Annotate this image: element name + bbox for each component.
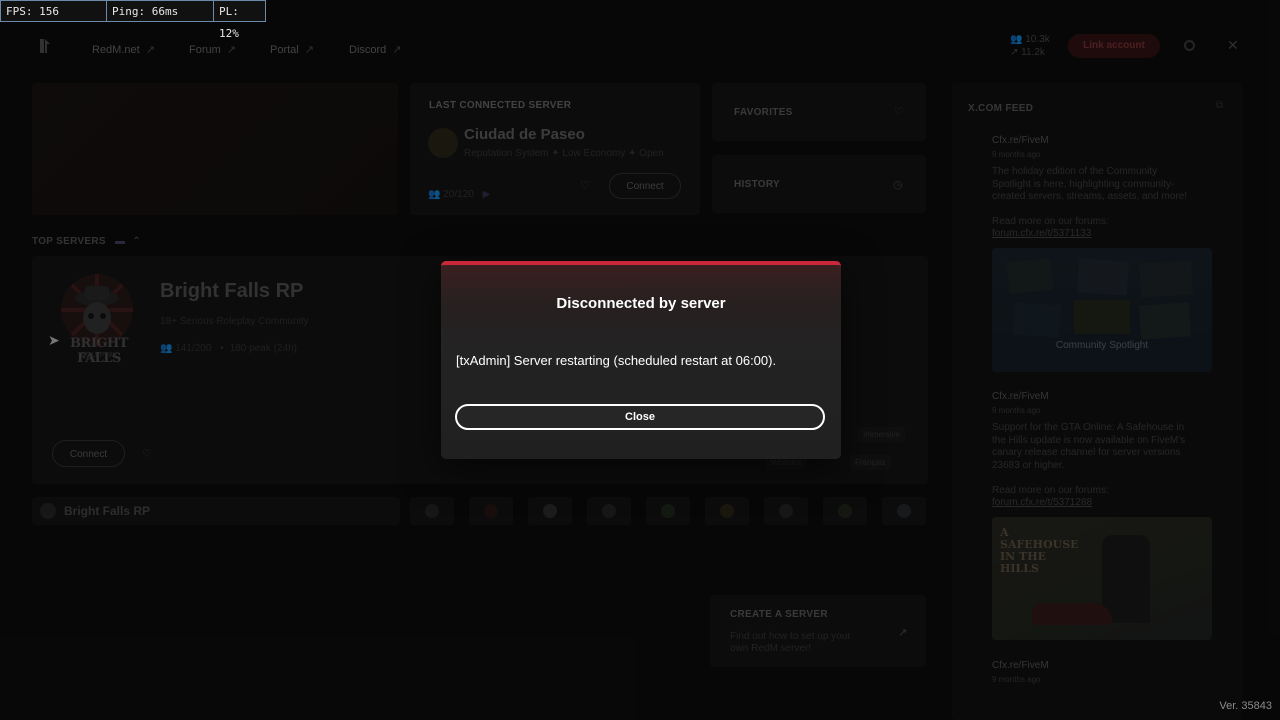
disconnect-dialog: Disconnected by server [txAdmin] Server … bbox=[441, 261, 841, 459]
close-button[interactable]: Close bbox=[455, 404, 825, 430]
fps-counter: FPS: 156 bbox=[0, 0, 107, 22]
ping-counter: Ping: 66ms bbox=[106, 0, 214, 22]
dialog-title: Disconnected by server bbox=[556, 295, 726, 312]
dialog-message: [txAdmin] Server restarting (scheduled r… bbox=[456, 353, 777, 368]
packet-loss-counter: PL: 12% bbox=[213, 0, 266, 40]
version-label: Ver. 35843 bbox=[1219, 700, 1272, 712]
